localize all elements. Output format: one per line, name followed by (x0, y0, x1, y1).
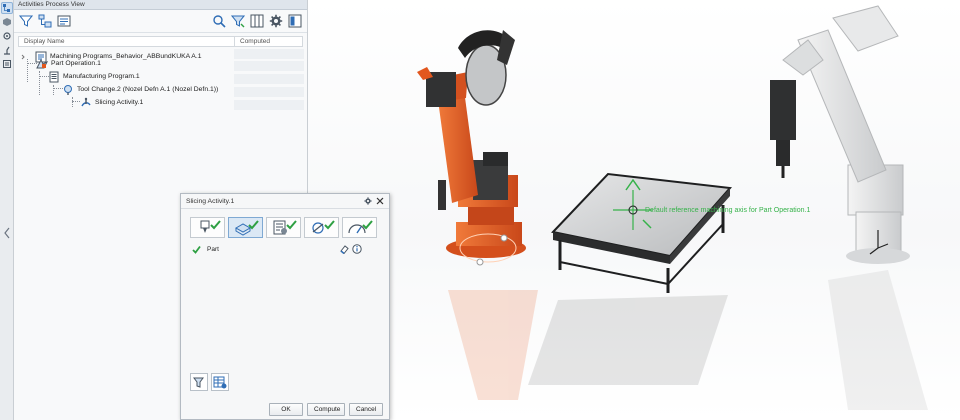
panel-title: Activities Process View (18, 1, 85, 8)
dialog-titlebar: Slicing Activity.1 (181, 194, 389, 209)
display-options-button[interactable] (56, 13, 72, 29)
list-icon (3, 60, 11, 68)
tree-item-label: Manufacturing Program.1 (63, 73, 140, 80)
gauge-icon (347, 220, 373, 234)
parameters-icon (273, 220, 297, 235)
display-options-icon (57, 15, 71, 27)
dialog-buttons: OK Compute Cancel (269, 403, 383, 416)
computed-cell (234, 61, 304, 72)
part-icon (234, 220, 259, 236)
column-computed[interactable]: Computed (235, 37, 302, 46)
tree-item[interactable]: Tool Change.2 (Nozel Defn A.1 (Nozel Def… (62, 83, 218, 96)
view-tree-icon (38, 14, 52, 28)
dialog-title: Slicing Activity.1 (186, 197, 235, 205)
feeds-speeds-tab[interactable] (342, 217, 377, 238)
chevron-left-icon (4, 227, 10, 239)
tree-item[interactable]: Slicing Activity.1 (80, 96, 143, 109)
left-toolbar (0, 0, 14, 420)
search-button[interactable] (211, 13, 227, 29)
filter-button[interactable] (18, 13, 34, 29)
slicing-activity-dialog: Slicing Activity.1 Part OK Compute Cance… (180, 193, 390, 420)
computed-cell (234, 49, 304, 60)
columns-button[interactable] (249, 13, 265, 29)
product-icon (3, 18, 11, 26)
resource-tool-button[interactable] (1, 30, 13, 42)
close-icon[interactable] (376, 197, 384, 205)
robot-cell-scene (417, 5, 928, 410)
reference-axis-label: Default reference machining axis for Par… (645, 207, 811, 214)
tree-icon (3, 4, 10, 12)
filter-icon (19, 15, 33, 27)
part-tab[interactable] (228, 217, 263, 238)
tree-item[interactable]: Part Operation.1 (36, 57, 101, 70)
nozzle-analysis-icon (193, 377, 204, 388)
info-icon[interactable] (352, 244, 362, 254)
part-row[interactable]: Part (188, 243, 384, 255)
nozzle-tab[interactable] (190, 217, 225, 238)
tree-header: Display Name Computed (18, 36, 303, 47)
layout-button[interactable] (287, 13, 303, 29)
abb-robot (770, 5, 910, 264)
tree-item-label: Slicing Activity.1 (95, 99, 144, 106)
columns-icon (250, 14, 264, 28)
filter-settings-button[interactable] (230, 13, 246, 29)
computed-cell (234, 100, 304, 111)
tree-item[interactable]: Manufacturing Program.1 (48, 70, 140, 83)
column-display-name[interactable]: Display Name (19, 37, 235, 46)
panel-toolbar (14, 10, 307, 33)
check-icon (192, 245, 201, 254)
work-table (551, 172, 733, 293)
dialog-tools (190, 373, 229, 391)
part-label: Part (207, 245, 219, 253)
gear-icon (269, 14, 283, 28)
filter-settings-icon (231, 15, 245, 28)
strategy-icon (311, 220, 335, 234)
strategy-tab[interactable] (304, 217, 339, 238)
computed-cell (234, 74, 304, 85)
parameters-tab[interactable] (266, 217, 301, 238)
tool-analysis-button[interactable] (190, 373, 208, 391)
search-icon (213, 15, 226, 28)
tool-change-icon (64, 84, 72, 95)
dialog-tabs (181, 209, 389, 238)
nozzle-icon (200, 220, 221, 233)
table-settings-button[interactable] (211, 373, 229, 391)
cancel-button[interactable]: Cancel (349, 403, 383, 416)
settings-button[interactable] (268, 13, 284, 29)
gear-icon[interactable] (364, 197, 372, 205)
activities-tool-button[interactable] (1, 58, 13, 70)
product-tool-button[interactable] (1, 16, 13, 28)
robot-tool-button[interactable] (1, 44, 13, 56)
manufacturing-program-icon (49, 71, 59, 82)
tree-item-label: Tool Change.2 (Nozel Defn A.1 (Nozel Def… (77, 86, 219, 93)
panel-titlebar: Activities Process View (14, 0, 307, 10)
slicing-activity-icon (81, 97, 91, 106)
expand-panel-handle[interactable] (2, 226, 12, 240)
compute-button[interactable]: Compute (307, 403, 345, 416)
process-tree-tool-button[interactable] (1, 2, 13, 14)
part-operation-icon (36, 58, 48, 68)
expand-icon (21, 54, 25, 59)
kuka-robot (417, 30, 526, 266)
dialog-content: Part (188, 243, 384, 363)
layout-icon (288, 14, 302, 28)
ok-button[interactable]: OK (269, 403, 303, 416)
resource-icon (3, 32, 11, 40)
view-options-button[interactable] (37, 13, 53, 29)
3d-viewport[interactable] (308, 0, 960, 420)
computed-cell (234, 87, 304, 98)
robot-icon (4, 46, 10, 55)
table-settings-icon (213, 376, 227, 389)
process-tree: Machining Programs_Behavior_ABBundKUKA A… (18, 47, 304, 117)
eraser-icon[interactable] (339, 244, 349, 254)
tree-item-label: Part Operation.1 (51, 60, 101, 67)
